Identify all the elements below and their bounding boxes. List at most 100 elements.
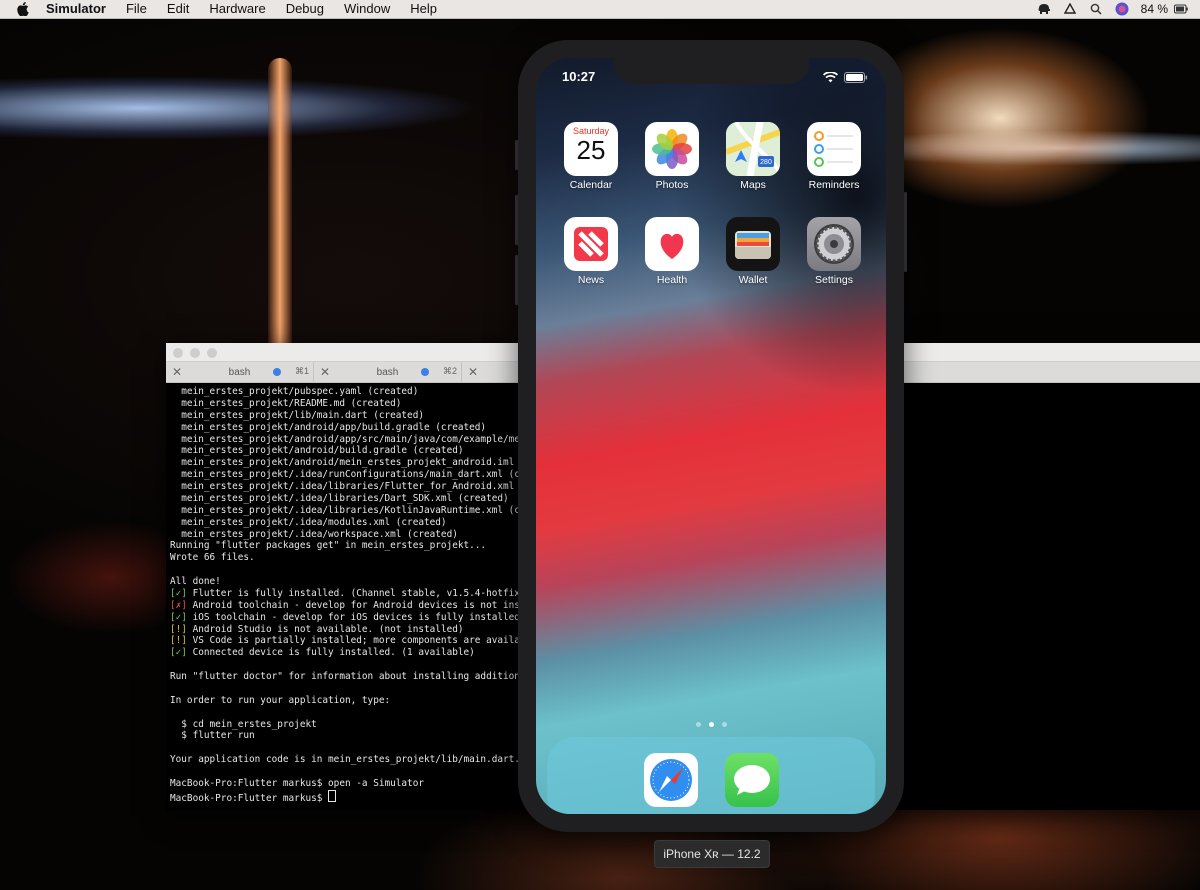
iphone-simulator: 10:27 Saturday 25 Calendar Photos 280 Ma… — [515, 40, 907, 832]
terminal-line-text: MacBook-Pro:Flutter markus$ open -a Simu… — [170, 777, 424, 789]
health-icon — [645, 217, 699, 271]
terminal-line-text: mein_erstes_projekt/android/build.gradle… — [170, 445, 464, 457]
terminal-line-text: mein_erstes_projekt/android/app/src/main… — [170, 433, 560, 445]
doctor-status-mark: [!] — [170, 635, 187, 647]
menu-hardware[interactable]: Hardware — [209, 0, 265, 18]
menu-window[interactable]: Window — [344, 0, 390, 18]
terminal-tab-2[interactable]: ✕ bash ⌘2 — [314, 362, 462, 382]
tab-activity-dot — [273, 368, 281, 376]
terminal-line-text: Android Studio is not available. (not in… — [186, 623, 464, 635]
terminal-line-text: mein_erstes_projekt/android/app/build.gr… — [170, 421, 487, 433]
app-reminders[interactable]: Reminders — [804, 122, 864, 191]
terminal-line-text: mein_erstes_projekt/.idea/runConfigurati… — [170, 469, 560, 481]
side-button[interactable] — [904, 192, 907, 272]
doctor-status-mark: [✓] — [170, 587, 187, 599]
volume-down-button[interactable] — [515, 255, 518, 305]
app-label: Reminders — [808, 179, 860, 191]
wallet-icon — [726, 217, 780, 271]
photos-icon — [645, 122, 699, 176]
menu-file[interactable]: File — [126, 0, 147, 18]
close-tab-icon[interactable]: ✕ — [172, 365, 182, 379]
maps-icon: 280 — [726, 122, 780, 176]
terminal-line-text: Android toolchain - develop for Android … — [186, 599, 560, 611]
terminal-tab-3[interactable]: ✕ — [462, 362, 492, 382]
wifi-icon — [823, 70, 838, 88]
minimize-window-button[interactable] — [190, 348, 200, 358]
close-tab-icon[interactable]: ✕ — [468, 365, 478, 379]
calendar-icon: Saturday 25 — [564, 122, 618, 176]
terminal-line-text: Flutter is fully installed. (Channel sta… — [186, 587, 554, 599]
terminal-line-text: mein_erstes_projekt/android/mein_erstes_… — [170, 457, 560, 469]
doctor-status-mark: [✓] — [170, 647, 187, 659]
terminal-line-text: Connected device is fully installed. (1 … — [186, 647, 475, 659]
terminal-cursor — [328, 789, 337, 802]
tab-title: bash — [228, 366, 251, 378]
doctor-status-mark: [✗] — [170, 599, 187, 611]
menu-help[interactable]: Help — [410, 0, 437, 18]
tab-title: bash — [376, 366, 399, 378]
menu-debug[interactable]: Debug — [286, 0, 324, 18]
close-window-button[interactable] — [173, 348, 183, 358]
terminal-tab-1[interactable]: ✕ bash ⌘1 — [166, 362, 314, 382]
app-news[interactable]: News — [561, 217, 621, 286]
terminal-line-text: mein_erstes_projekt/pubspec.yaml (create… — [170, 386, 419, 397]
app-label: Photos — [655, 179, 689, 191]
terminal-line-text: MacBook-Pro:Flutter markus$ — [170, 792, 329, 804]
menu-app-name[interactable]: Simulator — [46, 0, 106, 18]
app-label: News — [577, 274, 605, 286]
app-settings[interactable]: Settings — [804, 217, 864, 286]
terminal-line-text: All done! — [170, 576, 221, 587]
terminal-line-text: mein_erstes_projekt/.idea/libraries/Kotl… — [170, 504, 560, 516]
maps-badge: 280 — [760, 159, 772, 166]
apple-menu-icon[interactable] — [16, 2, 30, 16]
terminal-line-text: $ cd mein_erstes_projekt — [170, 718, 317, 730]
app-wallet[interactable]: Wallet — [723, 217, 783, 286]
menu-edit[interactable]: Edit — [167, 0, 189, 18]
app-maps[interactable]: 280 Maps — [723, 122, 783, 191]
reminders-icon — [807, 122, 861, 176]
terminal-line-text: mein_erstes_projekt/.idea/libraries/Dart… — [170, 492, 509, 504]
dock — [547, 737, 875, 814]
notch — [614, 58, 809, 84]
messages-icon[interactable] — [725, 753, 779, 807]
settings-icon — [807, 217, 861, 271]
tab-activity-dot — [421, 368, 429, 376]
zoom-window-button[interactable] — [207, 348, 217, 358]
elephant-icon[interactable] — [1037, 2, 1051, 16]
app-calendar[interactable]: Saturday 25 Calendar — [561, 122, 621, 191]
app-label: Settings — [815, 274, 853, 286]
status-time: 10:27 — [562, 69, 596, 84]
tab-shortcut: ⌘2 — [442, 366, 457, 376]
drive-icon[interactable] — [1063, 2, 1077, 16]
app-photos[interactable]: Photos — [642, 122, 702, 191]
terminal-line-text: Your application code is in mein_erstes_… — [170, 754, 520, 766]
tab-shortcut: ⌘1 — [294, 366, 309, 376]
close-tab-icon[interactable]: ✕ — [320, 365, 330, 379]
terminal-line-text: mein_erstes_projekt/.idea/modules.xml (c… — [170, 516, 447, 528]
app-label: Calendar — [569, 179, 613, 191]
page-dot-active — [709, 722, 714, 727]
app-label: Wallet — [738, 274, 768, 286]
terminal-line-text: mein_erstes_projekt/README.md (created) — [170, 397, 402, 409]
doctor-status-mark: [✓] — [170, 611, 187, 623]
terminal-line-text: VS Code is partially installed; more com… — [186, 635, 560, 647]
app-label: Health — [656, 274, 688, 286]
page-indicator[interactable] — [696, 722, 727, 727]
siri-icon[interactable] — [1115, 2, 1129, 16]
news-icon — [564, 217, 618, 271]
calendar-day: 25 — [576, 135, 606, 165]
battery-icon — [844, 70, 868, 88]
terminal-line-text: $ flutter run — [170, 730, 255, 742]
volume-up-button[interactable] — [515, 195, 518, 245]
battery-icon[interactable] — [1174, 2, 1188, 16]
battery-percent: 84 % — [1140, 2, 1168, 16]
search-icon[interactable] — [1089, 2, 1103, 16]
safari-icon[interactable] — [644, 753, 698, 807]
mute-switch[interactable] — [515, 140, 518, 170]
app-health[interactable]: Health — [642, 217, 702, 286]
device-label: iPhone Xʀ — 12.2 — [654, 840, 770, 868]
page-dot — [696, 722, 701, 727]
terminal-line-text: Run "flutter doctor" for information abo… — [170, 671, 560, 682]
wallpaper-light-beam — [268, 58, 292, 348]
home-screen[interactable]: 10:27 Saturday 25 Calendar Photos 280 Ma… — [536, 58, 886, 814]
